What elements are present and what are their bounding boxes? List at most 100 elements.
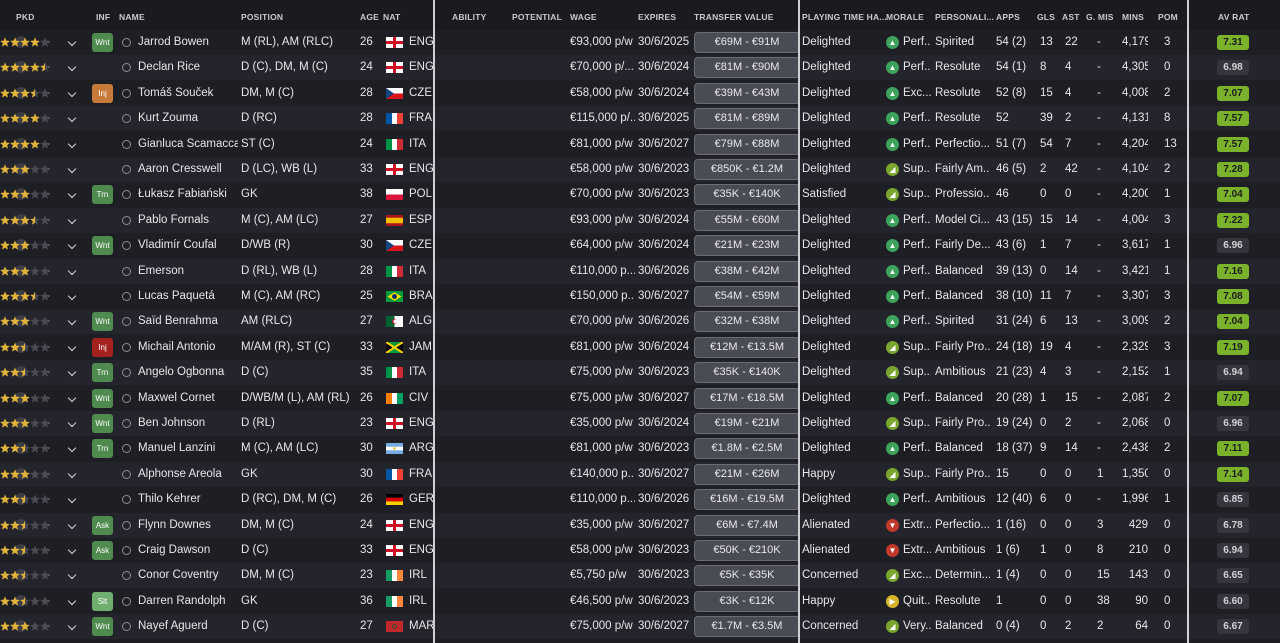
table-row[interactable]: - Gianluca ScamaccaST (C) 24 ITA €81,000 p/w… [0,132,1280,157]
chevron-down-icon[interactable] [67,88,77,98]
chevron-down-icon[interactable] [67,240,77,250]
player-name-link[interactable]: Łukasz Fabiański [138,182,238,207]
chevron-down-icon[interactable] [67,291,77,301]
transfer-value-button[interactable]: €19M - €21M [694,413,800,434]
info-badge[interactable]: Wnt [92,617,113,637]
chevron-down-icon[interactable] [67,571,77,580]
info-badge[interactable]: Ask [92,515,113,535]
player-name-link[interactable]: Declan Rice [138,55,238,80]
info-badge[interactable]: Wnt [92,388,113,408]
table-row[interactable]: -WntNayef AguerdD (C)27MAR€75,000 p/w30/… [0,614,1280,640]
table-row[interactable]: - Lucas PaquetáM (C), AM (RC) 25 BRA €150,00… [0,284,1280,309]
transfer-value-button[interactable]: €39M - €43M [694,82,800,104]
table-row[interactable]: -AskFlynn DownesDM, M (C)24ENG€35,000 p/… [0,512,1280,538]
chevron-down-icon[interactable] [67,393,77,402]
info-badge[interactable]: Wnt [92,414,113,433]
chevron-down-icon[interactable] [67,418,77,428]
transfer-value-button[interactable]: €12M - €13.5M [694,336,800,358]
transfer-value-button[interactable]: €38M - €42M [694,260,800,282]
table-row[interactable]: -Conor CoventryDM, M (C)23IRL€5,750 p/w3… [0,563,1280,589]
player-name-link[interactable]: Maxwel Cornet [138,386,238,411]
player-name-link[interactable]: Vladimír Coufal [138,233,238,258]
table-row[interactable]: - Aaron CresswellD (LC), WB (L) 33 ENG €58,0… [0,157,1280,182]
header-pkd[interactable]: PKD [16,12,35,22]
transfer-value-button[interactable]: €16M - €19.5M [694,489,800,511]
transfer-value-button[interactable]: €50K - €210K [694,540,800,561]
header-expires[interactable]: EXPIRES [638,12,676,22]
player-name-link[interactable]: Conor Coventry [138,563,238,588]
info-badge[interactable]: Wnt [92,33,113,52]
header-position[interactable]: POSITION [241,12,283,22]
transfer-value-button[interactable]: €850K - €1.2M [694,159,800,180]
header-ast[interactable]: AST [1062,12,1080,22]
player-name-link[interactable]: Thilo Kehrer [138,487,238,512]
chevron-down-icon[interactable] [67,113,77,123]
player-name-link[interactable]: Gianluca Scamacca [138,132,238,157]
chevron-down-icon[interactable] [67,342,77,352]
player-name-link[interactable]: Emerson [138,259,238,284]
info-badge[interactable]: Trn [92,363,113,383]
transfer-value-button[interactable]: €6M - €7.4M [694,514,800,536]
player-name-link[interactable]: Pablo Fornals [138,208,238,233]
info-badge[interactable]: Ask [92,541,113,560]
header-playing-time[interactable]: PLAYING TIME HA... [802,12,887,22]
transfer-value-button[interactable]: €54M - €59M [694,286,800,307]
table-row[interactable]: -Alphonse AreolaGK30FRA€140,000 p...30/6… [0,461,1280,487]
table-row[interactable]: - Wnt Maxwel CornetD/WB/M (L), AM (RL) 26 CI… [0,386,1280,411]
chevron-down-icon[interactable] [67,621,77,631]
info-badge[interactable]: Trn [92,439,113,459]
info-badge[interactable]: Inj [92,337,113,357]
player-name-link[interactable]: Lucas Paquetá [138,284,238,309]
chevron-down-icon[interactable] [67,164,77,174]
chevron-down-icon[interactable] [67,545,77,555]
chevron-down-icon[interactable] [67,139,77,148]
table-row[interactable]: - Wnt Saïd BenrahmaAM (RLC) 27 ALG €70,000 p/… [0,309,1280,335]
info-badge[interactable]: Slt [92,591,113,611]
table-row[interactable]: - Trn Łukasz FabiańskiGK 38 POL €70,000 p/w 30… [0,182,1280,207]
header-age[interactable]: AGE [360,12,379,22]
player-name-link[interactable]: Michail Antonio [138,335,238,360]
transfer-value-button[interactable]: €1.7M - €3.5M [694,616,800,638]
chevron-down-icon[interactable] [67,520,77,529]
table-row[interactable]: - Wnt Ben JohnsonD (RL) 23 ENG €35,000 p/w 30/… [0,411,1280,436]
transfer-value-button[interactable]: €55M - €60M [694,209,800,231]
header-mins[interactable]: MINS [1122,12,1144,22]
table-row[interactable]: - Declan RiceD (C), DM, M (C) 24 ENG €70,000… [0,55,1280,81]
info-badge[interactable]: Trn [92,185,113,205]
table-row[interactable]: - Wnt Jarrod BowenM (RL), AM (RLC) 26 ENG €93… [0,30,1280,55]
header-wage[interactable]: WAGE [570,12,597,22]
player-name-link[interactable]: Tomáš Souček [138,81,238,106]
player-name-link[interactable]: Darren Randolph [138,589,238,614]
header-ability[interactable]: ABILITY [452,12,486,22]
transfer-value-button[interactable]: €32M - €38M [694,311,800,333]
table-row[interactable]: - Inj Tomáš SoučekDM, M (C) 28 CZE €58,000 p/… [0,81,1280,106]
chevron-down-icon[interactable] [67,596,77,606]
chevron-down-icon[interactable] [67,37,77,47]
table-row[interactable]: - Trn Angelo OgbonnaD (C) 35 ITA €75,000 p/w 3… [0,360,1280,386]
player-name-link[interactable]: Flynn Downes [138,513,238,538]
transfer-value-button[interactable]: €79M - €88M [694,133,800,155]
table-row[interactable]: -AskCraig DawsonD (C)33ENG€58,000 p/w30/… [0,538,1280,563]
player-name-link[interactable]: Ben Johnson [138,411,238,436]
header-apps[interactable]: APPS [996,12,1020,22]
player-name-link[interactable]: Manuel Lanzini [138,436,238,461]
table-row[interactable]: - Trn Manuel LanziniM (C), AM (LC) 30 ARG €81… [0,436,1280,461]
header-nat[interactable]: NAT [383,12,400,22]
transfer-value-button[interactable]: €3K - €12K [694,590,800,612]
chevron-down-icon[interactable] [67,494,77,504]
header-inf[interactable]: INF [96,12,110,22]
transfer-value-button[interactable]: €21M - €26M [694,463,800,485]
transfer-value-button[interactable]: €35K - €140K [694,362,800,384]
player-name-link[interactable]: Alphonse Areola [138,462,238,487]
header-personality[interactable]: PERSONALI... [935,12,994,22]
chevron-down-icon[interactable] [67,266,77,275]
transfer-value-button[interactable]: €5K - €35K [694,565,800,587]
player-name-link[interactable]: Kurt Zouma [138,106,238,131]
transfer-value-button[interactable]: €17M - €18.5M [694,387,800,409]
table-row[interactable]: - Thilo KehrerD (RC), DM, M (C) 26 GER €110,… [0,487,1280,512]
chevron-down-icon[interactable] [67,469,77,479]
player-name-link[interactable]: Nayef Aguerd [138,614,238,639]
header-av-rat[interactable]: AV RAT [1218,12,1250,22]
info-badge[interactable]: Inj [92,83,113,103]
chevron-down-icon[interactable] [67,367,77,377]
